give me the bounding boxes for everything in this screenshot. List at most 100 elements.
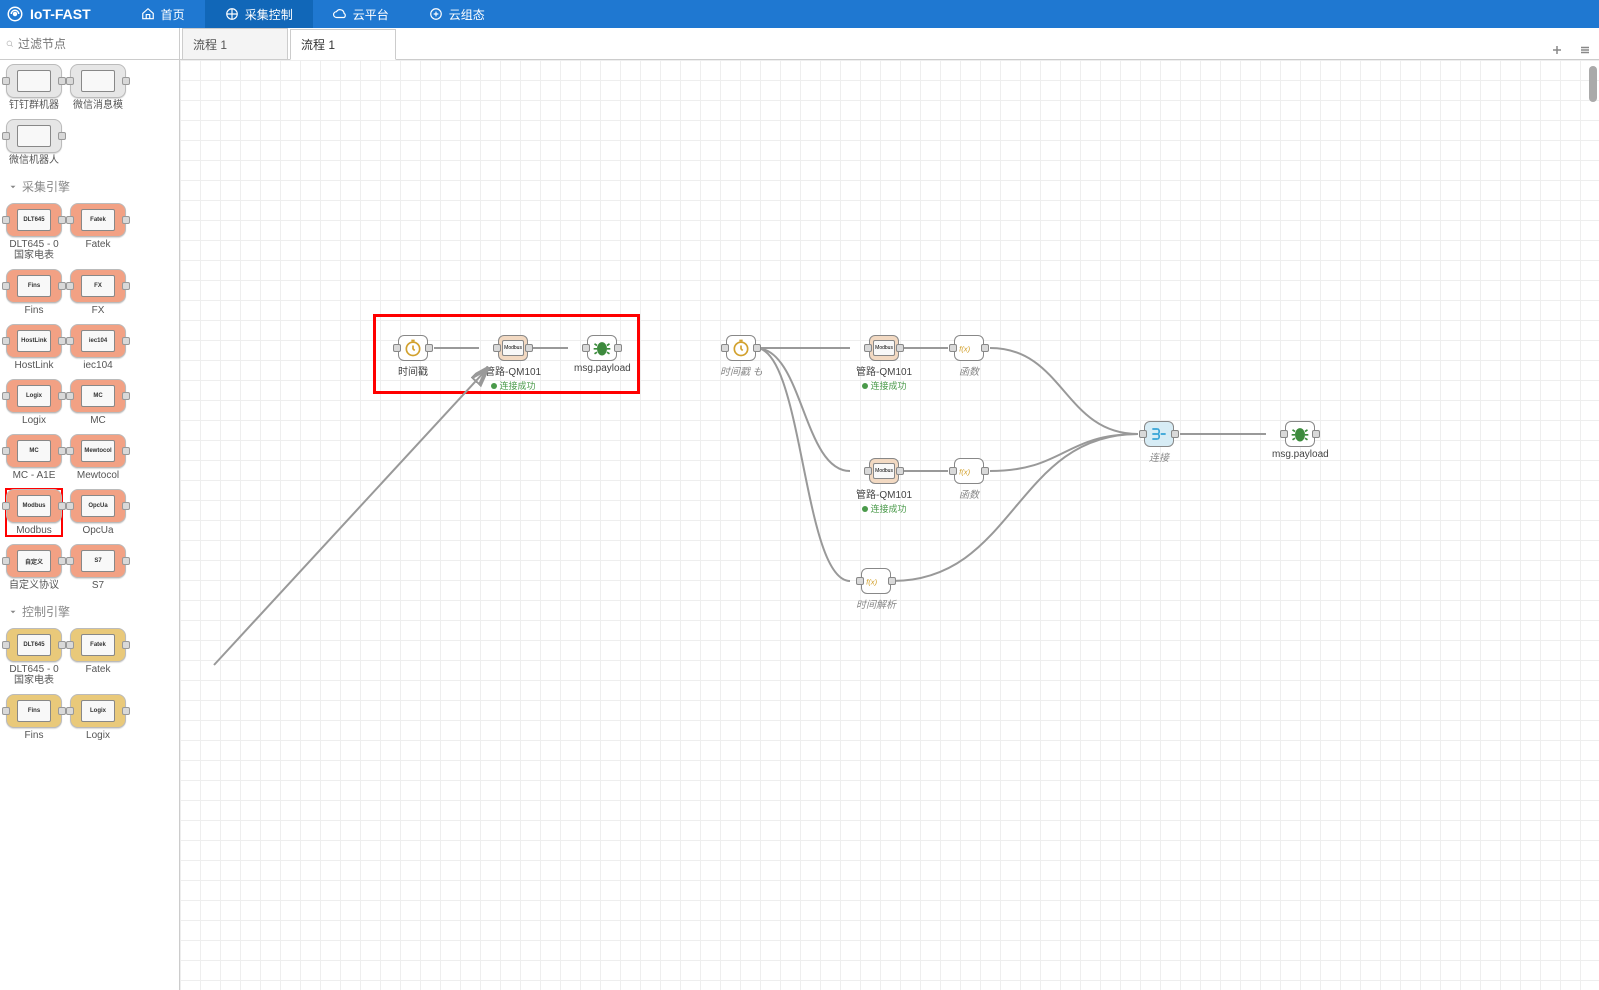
port-out[interactable] [896,467,904,475]
tab-0[interactable]: 流程 1 [182,28,288,59]
palette-node-label: 微信消息模 [73,100,123,111]
chevron-down-icon [8,607,18,617]
nav-label: 云平台 [353,6,389,23]
nav-item-2[interactable]: 云平台 [313,0,409,28]
port-in[interactable] [949,344,957,352]
port-in[interactable] [864,344,872,352]
palette-node-Mewtocol[interactable]: Mewtocol Mewtocol [70,434,126,481]
flow-node-j1[interactable]: 连接 [1144,421,1174,464]
search-icon [6,38,14,50]
palette-node-OpcUa[interactable]: OpcUa OpcUa [70,489,126,536]
port-out[interactable] [981,344,989,352]
menu-down-icon [1579,44,1591,56]
palette-node-label: HostLink [15,360,54,371]
nav-item-0[interactable]: 首页 [121,0,205,28]
palette-node-label: Fatek [85,664,110,675]
main-area: 流程 1流程 1 时间戳 Modbus 管路-QM101连接成功 msg.pay… [180,28,1599,990]
palette-node-Fins[interactable]: Fins Fins [6,269,62,316]
palette-category-采集引擎[interactable]: 采集引擎 [0,170,179,199]
flow-node-name: 函数 [959,363,979,378]
palette-node-label: 钉钉群机器 [9,100,59,111]
nav-label: 采集控制 [245,6,293,23]
canvas-scroll-thumb[interactable] [1589,66,1597,102]
topbar: IoT-FAST 首页 采集控制 云平台 云组态 [0,0,1599,28]
palette-node-自定义协议[interactable]: 自定义 自定义协议 [6,544,62,591]
palette-node-label: Logix [86,730,110,741]
palette-node-微信机器人[interactable]: 微信机器人 [6,119,62,166]
port-in[interactable] [949,467,957,475]
port-in[interactable] [864,467,872,475]
palette-node-label: Mewtocol [77,470,119,481]
palette-node-label: Fins [25,730,44,741]
flow-node-f3[interactable]: f(x) 时间解析 [856,568,896,611]
bug-icon [1290,424,1310,444]
port-in[interactable] [856,577,864,585]
palette-node-label: OpcUa [82,525,113,536]
port-out[interactable] [981,467,989,475]
tab-row: 流程 1流程 1 [180,28,1599,60]
flow-node-name: msg.payload [1272,449,1329,460]
flow-node-f1[interactable]: f(x) 函数 [954,335,984,378]
port-out[interactable] [888,577,896,585]
palette-node-Fatek[interactable]: Fatek Fatek [70,628,126,686]
palette-node-S7[interactable]: S7 S7 [70,544,126,591]
nav-label: 首页 [161,6,185,23]
flow-node-f2[interactable]: f(x) 函数 [954,458,984,501]
collect-icon [225,7,239,21]
chevron-down-icon [8,182,18,192]
port-in[interactable] [1280,430,1288,438]
palette-node-Modbus[interactable]: Modbus Modbus [6,489,62,536]
palette-node-label: DLT645 - 0国家电表 [6,239,62,261]
function-icon: f(x) [865,572,887,590]
palette-node-HostLink[interactable]: HostLink HostLink [6,324,62,371]
flow-node-name: 时间解析 [856,596,896,611]
palette-node-Logix[interactable]: Logix Logix [6,379,62,426]
flow-node-status: 连接成功 [862,502,907,515]
tab-menu-button[interactable] [1571,44,1599,59]
sidebar-search [0,28,179,60]
palette-node-Fins[interactable]: Fins Fins [6,694,62,741]
port-out[interactable] [896,344,904,352]
palette-node-label: DLT645 - 0国家电表 [6,664,62,686]
port-out[interactable] [1312,430,1320,438]
flow-canvas[interactable]: 时间戳 Modbus 管路-QM101连接成功 msg.payload 时间戳 … [180,60,1599,990]
palette-node-iec104[interactable]: iec104 iec104 [70,324,126,371]
port-in[interactable] [721,344,729,352]
annotation-highlight-box [373,314,640,394]
port-out[interactable] [1171,430,1179,438]
join-icon [1149,424,1169,444]
nav-item-3[interactable]: 云组态 [409,0,505,28]
flow-node-m3[interactable]: Modbus 管路-QM101连接成功 [856,458,912,515]
palette-node-MC[interactable]: MC MC [70,379,126,426]
tab-add-button[interactable] [1543,44,1571,59]
palette-node-label: Modbus [16,525,52,536]
port-in[interactable] [1139,430,1147,438]
palette-node-DLT645 - 0国家电表[interactable]: DLT645 DLT645 - 0国家电表 [6,203,62,261]
palette[interactable]: 钉钉群机器 微信消息模 微信机器人 采集引擎 DLT645 DLT645 - 0… [0,60,179,990]
palette-node-label: FX [92,305,105,316]
search-input[interactable] [18,37,173,51]
port-out[interactable] [753,344,761,352]
palette-node-钉钉群机器[interactable]: 钉钉群机器 [6,64,62,111]
flow-node-d2[interactable]: msg.payload [1272,421,1329,460]
clock-icon [731,338,751,358]
palette-node-label: MC - A1E [13,470,56,481]
palette-node-Fatek[interactable]: Fatek Fatek [70,203,126,261]
palette-node-label: iec104 [83,360,112,371]
palette-node-label: Fatek [85,239,110,250]
palette-node-DLT645 - 0国家电表[interactable]: DLT645 DLT645 - 0国家电表 [6,628,62,686]
flow-node-t2[interactable]: 时间戳 も [720,335,763,378]
plus-icon [1551,44,1563,56]
palette-node-MC - A1E[interactable]: MC MC - A1E [6,434,62,481]
palette-node-微信消息模[interactable]: 微信消息模 [70,64,126,111]
palette-node-FX[interactable]: FX FX [70,269,126,316]
app-logo: IoT-FAST [6,5,121,23]
tab-1[interactable]: 流程 1 [290,29,396,60]
modbus-chip-icon: Modbus [873,340,895,356]
annotation-arrow [180,60,1599,990]
palette-node-Logix[interactable]: Logix Logix [70,694,126,741]
palette-category-控制引擎[interactable]: 控制引擎 [0,595,179,624]
flow-node-m2[interactable]: Modbus 管路-QM101连接成功 [856,335,912,392]
flow-node-name: 连接 [1149,449,1169,464]
nav-item-1[interactable]: 采集控制 [205,0,313,28]
